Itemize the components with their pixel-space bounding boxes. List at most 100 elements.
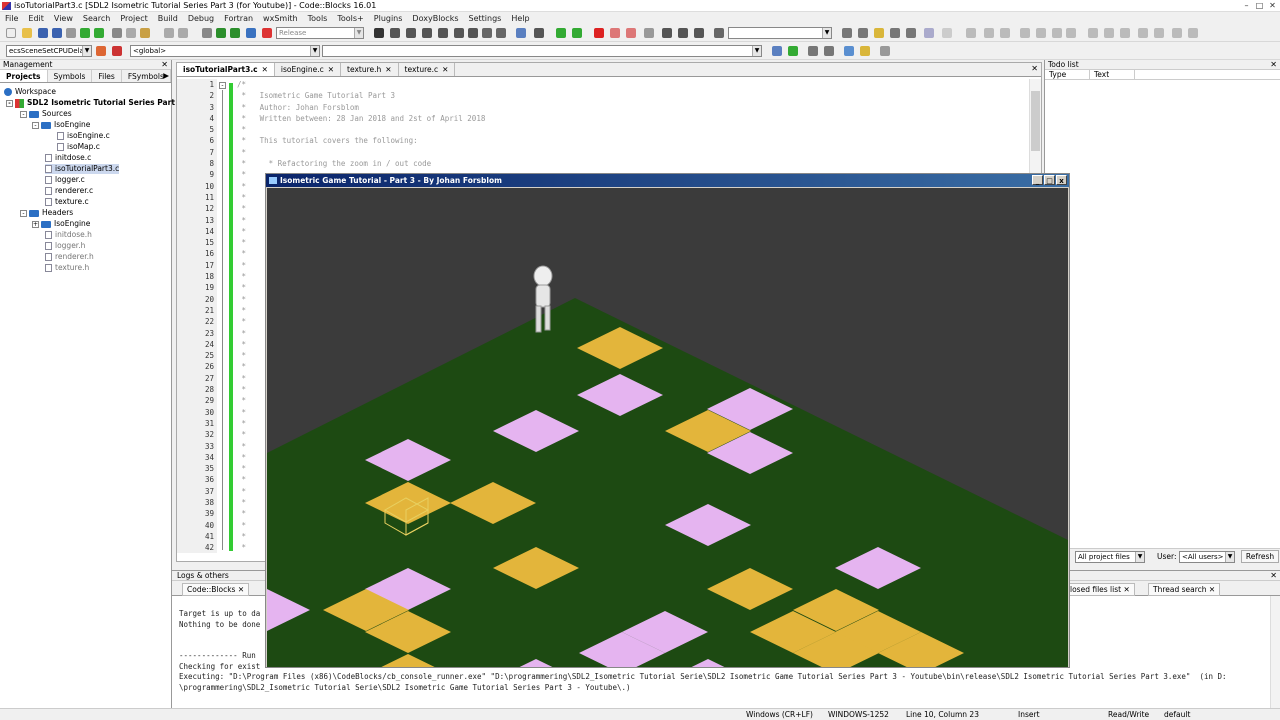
fold-icon[interactable]: - bbox=[219, 82, 226, 89]
tree-node-isotutorialpart3-c[interactable]: isoTutorialPart3.c bbox=[45, 164, 120, 174]
undo-icon[interactable] bbox=[80, 28, 90, 38]
stop-debug-icon[interactable] bbox=[496, 28, 506, 38]
build-gear-icon[interactable] bbox=[202, 28, 212, 38]
next-line-icon[interactable] bbox=[406, 28, 416, 38]
jump-back-icon[interactable] bbox=[556, 28, 566, 38]
menu-edit[interactable]: Edit bbox=[28, 14, 44, 23]
cut-icon[interactable] bbox=[112, 28, 122, 38]
close-panel-icon[interactable]: ✕ bbox=[161, 60, 168, 70]
search-forward-icon[interactable] bbox=[858, 28, 868, 38]
fold-margin[interactable]: - bbox=[217, 79, 229, 553]
copy-icon[interactable] bbox=[126, 28, 136, 38]
jump-forward-icon[interactable] bbox=[572, 28, 582, 38]
tree-node-workspace[interactable]: Workspace bbox=[4, 87, 56, 97]
menu-view[interactable]: View bbox=[54, 14, 73, 23]
tab-symbols[interactable]: Symbols bbox=[48, 70, 93, 82]
step-into-icon[interactable] bbox=[422, 28, 432, 38]
run-icon[interactable] bbox=[216, 28, 226, 38]
panel-3-icon[interactable] bbox=[1120, 28, 1130, 38]
redo-icon[interactable] bbox=[94, 28, 104, 38]
build-target-select[interactable]: Release ▼ bbox=[276, 27, 364, 39]
step-out-icon[interactable] bbox=[438, 28, 448, 38]
highlight-icon[interactable] bbox=[874, 28, 884, 38]
prev-icon[interactable] bbox=[662, 28, 672, 38]
tree-node-isoengine-src[interactable]: - IsoEngine bbox=[32, 120, 90, 130]
col-text[interactable]: Text bbox=[1090, 70, 1135, 79]
source-icon[interactable] bbox=[772, 46, 782, 56]
tree-node-isomap-c[interactable]: isoMap.c bbox=[57, 142, 100, 152]
layout-6-icon[interactable] bbox=[1052, 28, 1062, 38]
menu-settings[interactable]: Settings bbox=[469, 14, 502, 23]
tree-node-initdose-h[interactable]: initdose.h bbox=[45, 230, 92, 240]
code-line[interactable]: * Author: Johan Forsblom bbox=[237, 102, 485, 113]
isometric-map[interactable] bbox=[267, 188, 1068, 667]
collapse-icon[interactable]: - bbox=[20, 110, 27, 118]
bookmark-prev-icon[interactable] bbox=[610, 28, 620, 38]
minimize-icon[interactable]: – bbox=[1241, 0, 1252, 11]
close-tab-icon[interactable]: ✕ bbox=[262, 65, 268, 74]
menu-doxyblocks[interactable]: DoxyBlocks bbox=[412, 14, 458, 23]
scope-select[interactable]: ecsSceneSetCPUDelay ▼ bbox=[6, 45, 92, 57]
game-canvas[interactable] bbox=[267, 188, 1068, 667]
close-panel-icon[interactable]: ✕ bbox=[1270, 571, 1277, 581]
comment-block-icon[interactable] bbox=[808, 46, 818, 56]
tree-node-isoengine-c[interactable]: isoEngine.c bbox=[57, 131, 110, 141]
minimize-icon[interactable]: _ bbox=[1032, 175, 1043, 185]
tree-node-logger-c[interactable]: logger.c bbox=[45, 175, 85, 185]
layout-5-icon[interactable] bbox=[1036, 28, 1046, 38]
doxy-chm-icon[interactable] bbox=[860, 46, 870, 56]
maximize-icon[interactable]: □ bbox=[1044, 175, 1055, 185]
panel-1-icon[interactable] bbox=[1088, 28, 1098, 38]
build-run-icon[interactable] bbox=[230, 28, 240, 38]
doxy-config-icon[interactable] bbox=[880, 46, 890, 56]
spell-check-icon[interactable] bbox=[1188, 28, 1198, 38]
tree-node-headers[interactable]: - Headers bbox=[20, 208, 73, 218]
layout-4-icon[interactable] bbox=[1020, 28, 1030, 38]
collapse-icon[interactable]: - bbox=[6, 99, 13, 107]
code-line[interactable]: * * Refactoring the zoom in / out code bbox=[237, 158, 485, 169]
debug-windows-icon[interactable] bbox=[516, 28, 526, 38]
tree-node-initdose-c[interactable]: initdose.c bbox=[45, 153, 91, 163]
todo-scope-select[interactable]: All project files ▼ bbox=[1075, 551, 1145, 563]
paste-icon[interactable] bbox=[140, 28, 150, 38]
run-to-cursor-icon[interactable] bbox=[390, 28, 400, 38]
menu-project[interactable]: Project bbox=[120, 14, 147, 23]
next-instruction-icon[interactable] bbox=[454, 28, 464, 38]
expand-icon[interactable]: + bbox=[32, 220, 39, 228]
clear-bookmarks-icon[interactable] bbox=[644, 28, 654, 38]
step-instruction-icon[interactable] bbox=[468, 28, 478, 38]
game-window-titlebar[interactable]: Isometric Game Tutorial - Part 3 - By Jo… bbox=[266, 174, 1069, 187]
refresh-button[interactable]: Refresh bbox=[1241, 550, 1279, 563]
menu-tools-plus[interactable]: Tools+ bbox=[337, 14, 363, 23]
scrollbar-thumb[interactable] bbox=[1031, 91, 1040, 151]
panel-2-icon[interactable] bbox=[1104, 28, 1114, 38]
symbol-select[interactable]: <global> ▼ bbox=[130, 45, 320, 57]
search-opt-icon[interactable] bbox=[890, 28, 900, 38]
tab-thread-search[interactable]: Thread search ✕ bbox=[1148, 583, 1221, 596]
zoom-out-icon[interactable] bbox=[1154, 28, 1164, 38]
todo-user-select[interactable]: <All users> ▼ bbox=[1179, 551, 1235, 563]
tree-node-texture-h[interactable]: texture.h bbox=[45, 263, 89, 273]
close-tab-icon[interactable]: ✕ bbox=[328, 65, 334, 74]
tree-node-logger-h[interactable]: logger.h bbox=[45, 241, 85, 251]
replace-icon[interactable] bbox=[178, 28, 188, 38]
close-tab-icon[interactable]: ✕ bbox=[385, 65, 391, 74]
tab-isoengine-c[interactable]: isoEngine.c ✕ bbox=[275, 63, 342, 76]
layout-2-icon[interactable] bbox=[984, 28, 994, 38]
menu-debug[interactable]: Debug bbox=[188, 14, 214, 23]
close-icon[interactable]: ✕ bbox=[1267, 0, 1278, 11]
tree-node-project[interactable]: - SDL2 Isometric Tutorial Series Part 3 bbox=[6, 98, 183, 108]
tab-closed-files[interactable]: losed files list ✕ bbox=[1065, 583, 1135, 596]
save-icon[interactable] bbox=[38, 28, 48, 38]
jump-icon[interactable] bbox=[96, 46, 106, 56]
code-line[interactable]: * Isometric Game Tutorial Part 3 bbox=[237, 90, 485, 101]
menu-search[interactable]: Search bbox=[83, 14, 110, 23]
pause-icon[interactable] bbox=[482, 28, 492, 38]
rebuild-icon[interactable] bbox=[246, 28, 256, 38]
record-icon[interactable] bbox=[678, 28, 688, 38]
tab-projects[interactable]: Projects bbox=[0, 70, 48, 82]
menu-fortran[interactable]: Fortran bbox=[224, 14, 253, 23]
code-line[interactable]: * bbox=[237, 147, 485, 158]
menu-build[interactable]: Build bbox=[158, 14, 178, 23]
print-icon[interactable] bbox=[66, 28, 76, 38]
